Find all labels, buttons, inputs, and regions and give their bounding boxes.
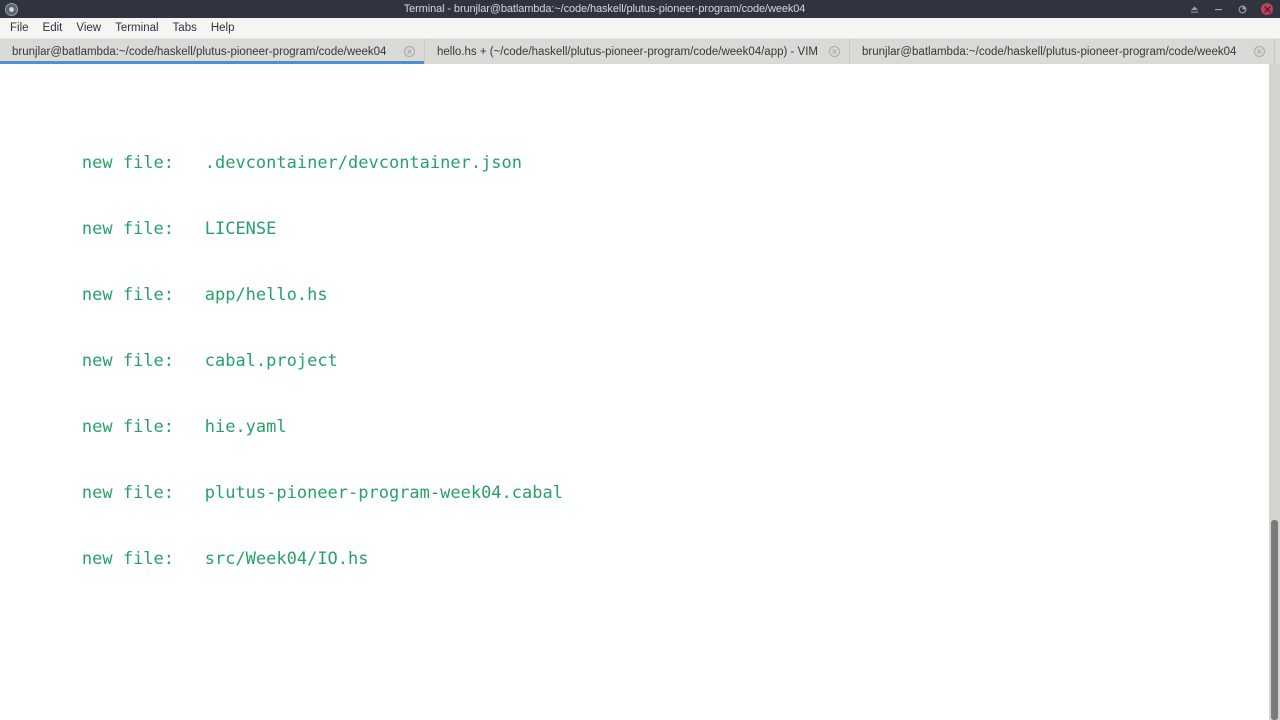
- menu-item-file[interactable]: File: [3, 18, 36, 38]
- menu-item-view[interactable]: View: [69, 18, 108, 38]
- window-titlebar: Terminal - brunjlar@batlambda:~/code/has…: [0, 0, 1280, 18]
- staged-file-name: hie.yaml: [204, 417, 287, 437]
- close-icon[interactable]: [403, 45, 416, 58]
- close-button[interactable]: [1261, 3, 1273, 15]
- tab-label: brunjlar@batlambda:~/code/haskell/plutus…: [862, 45, 1237, 58]
- menu-item-tabs[interactable]: Tabs: [166, 18, 204, 38]
- window-title: Terminal - brunjlar@batlambda:~/code/has…: [403, 3, 806, 15]
- staged-label: new file:: [81, 483, 175, 503]
- menu-bar: File Edit View Terminal Tabs Help: [0, 18, 1280, 39]
- staged-file-row: new file: src/Week04/IO.hs: [0, 548, 1280, 570]
- menu-item-help[interactable]: Help: [204, 18, 242, 38]
- tab-label: brunjlar@batlambda:~/code/haskell/plutus…: [12, 45, 387, 58]
- close-icon[interactable]: [1253, 45, 1266, 58]
- staged-label: new file:: [81, 285, 175, 305]
- window-controls: [1189, 0, 1280, 18]
- shade-button[interactable]: [1189, 4, 1200, 15]
- close-icon[interactable]: [828, 45, 841, 58]
- maximize-button[interactable]: [1237, 4, 1248, 15]
- staged-label: new file:: [81, 417, 175, 437]
- terminal-tab-3[interactable]: brunjlar@batlambda:~/code/haskell/plutus…: [850, 39, 1275, 64]
- terminal-output[interactable]: new file: .devcontainer/devcontainer.jso…: [0, 64, 1280, 720]
- staged-file-row: new file: hie.yaml: [0, 416, 1280, 438]
- menu-item-edit[interactable]: Edit: [36, 18, 70, 38]
- staged-label: new file:: [81, 219, 175, 239]
- menu-item-terminal[interactable]: Terminal: [108, 18, 165, 38]
- staged-label: new file:: [81, 549, 175, 569]
- staged-file-name: cabal.project: [204, 351, 338, 371]
- staged-label: new file:: [81, 153, 175, 173]
- staged-file-row: new file: app/hello.hs: [0, 284, 1280, 306]
- scrollbar-thumb[interactable]: [1271, 520, 1278, 720]
- tab-bar: brunjlar@batlambda:~/code/haskell/plutus…: [0, 39, 1280, 64]
- terminal-tab-1[interactable]: brunjlar@batlambda:~/code/haskell/plutus…: [0, 39, 425, 64]
- terminal-scrollbar[interactable]: [1269, 64, 1280, 720]
- staged-file-row: new file: .devcontainer/devcontainer.jso…: [0, 152, 1280, 174]
- minimize-button[interactable]: [1213, 4, 1224, 15]
- staged-file-row: new file: cabal.project: [0, 350, 1280, 372]
- staged-file-name: app/hello.hs: [204, 285, 328, 305]
- terminal-tab-2[interactable]: hello.hs + (~/code/haskell/plutus-pionee…: [425, 39, 850, 64]
- staged-file-row: new file: plutus-pioneer-program-week04.…: [0, 482, 1280, 504]
- staged-label: new file:: [81, 351, 175, 371]
- tab-label: hello.hs + (~/code/haskell/plutus-pionee…: [437, 45, 818, 58]
- staged-file-name: .devcontainer/devcontainer.json: [204, 153, 523, 173]
- staged-file-row: new file: LICENSE: [0, 218, 1280, 240]
- staged-file-name: LICENSE: [204, 219, 277, 239]
- staged-file-name: src/Week04/IO.hs: [204, 549, 369, 569]
- terminal-app-icon: [2, 0, 20, 18]
- staged-file-name: plutus-pioneer-program-week04.cabal: [204, 483, 563, 503]
